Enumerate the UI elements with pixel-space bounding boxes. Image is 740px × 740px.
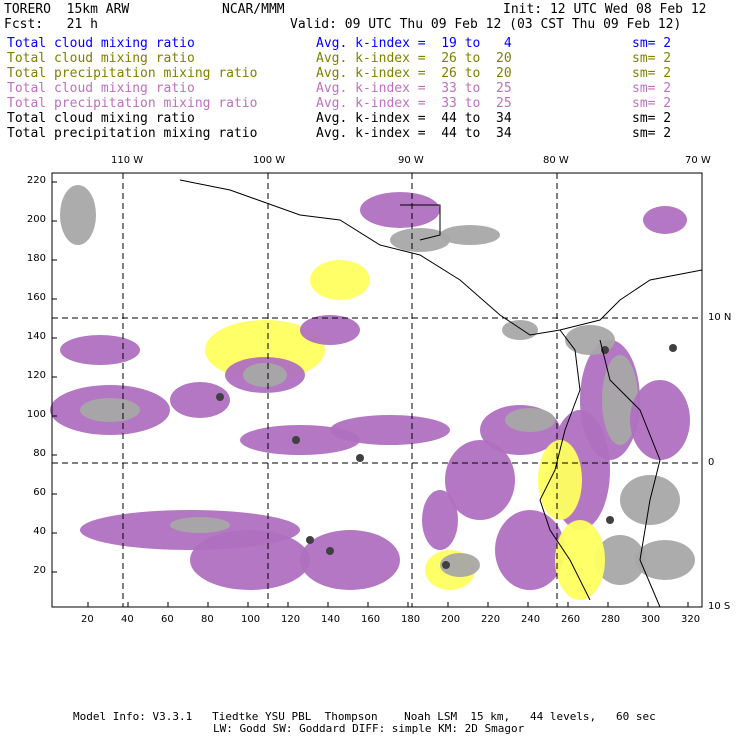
precip-area-purple bbox=[630, 380, 690, 460]
latitude-label: 0 bbox=[708, 457, 715, 468]
latitude-label: 10 S bbox=[708, 601, 731, 612]
coastline-central-america bbox=[179, 179, 703, 336]
footer-physics: LW: Godd SW: Goddard DIFF: simple KM: 2D… bbox=[213, 722, 525, 735]
heavy-precip-core bbox=[669, 344, 677, 352]
y-tick-label: 40 bbox=[33, 526, 46, 537]
heavy-precip-core bbox=[326, 547, 334, 555]
y-tick-label: 220 bbox=[26, 175, 46, 186]
longitude-label: 110 W bbox=[111, 155, 144, 166]
x-tick-label: 100 bbox=[241, 614, 261, 625]
precip-area-gray bbox=[170, 517, 230, 533]
x-tick-label: 180 bbox=[401, 614, 421, 625]
precip-area-purple bbox=[300, 530, 400, 590]
x-tick-label: 60 bbox=[161, 614, 174, 625]
longitude-label: 70 W bbox=[685, 155, 711, 166]
x-tick-label: 80 bbox=[201, 614, 214, 625]
heavy-precip-core bbox=[356, 454, 364, 462]
latitude-label: 10 N bbox=[708, 312, 732, 323]
x-tick-label: 20 bbox=[81, 614, 94, 625]
x-tick-label: 120 bbox=[281, 614, 301, 625]
precip-area-gray bbox=[502, 320, 538, 340]
precip-area-yellow bbox=[555, 520, 605, 600]
heavy-precip-core bbox=[292, 436, 300, 444]
precip-area-gray bbox=[440, 225, 500, 245]
y-tick-label: 200 bbox=[26, 214, 46, 225]
weather-map-page: TORERO 15km ARW NCAR/MMM Init: 12 UTC We… bbox=[0, 0, 740, 740]
longitude-label: 80 W bbox=[543, 155, 569, 166]
precip-area-gray bbox=[80, 398, 140, 422]
precip-area-gray bbox=[60, 185, 96, 245]
precip-area-purple bbox=[300, 315, 360, 345]
precip-area-purple bbox=[60, 335, 140, 365]
x-tick-label: 300 bbox=[641, 614, 661, 625]
heavy-precip-core bbox=[216, 393, 224, 401]
x-tick-label: 200 bbox=[441, 614, 461, 625]
y-tick-label: 80 bbox=[33, 448, 46, 459]
y-tick-label: 160 bbox=[26, 292, 46, 303]
y-tick-label: 100 bbox=[26, 409, 46, 420]
x-tick-label: 280 bbox=[601, 614, 621, 625]
longitude-label: 100 W bbox=[253, 155, 286, 166]
heavy-precip-core bbox=[606, 516, 614, 524]
x-tick-label: 220 bbox=[481, 614, 501, 625]
precip-area-purple bbox=[643, 206, 687, 234]
x-tick-label: 40 bbox=[121, 614, 134, 625]
precip-area-purple bbox=[190, 530, 310, 590]
x-tick-label: 160 bbox=[361, 614, 381, 625]
x-tick-label: 240 bbox=[521, 614, 541, 625]
y-tick-label: 120 bbox=[26, 370, 46, 381]
heavy-precip-core bbox=[306, 536, 314, 544]
y-tick-label: 140 bbox=[26, 331, 46, 342]
x-tick-label: 140 bbox=[321, 614, 341, 625]
map-plot bbox=[50, 172, 703, 608]
y-tick-label: 60 bbox=[33, 487, 46, 498]
y-tick-label: 20 bbox=[33, 565, 46, 576]
y-tick-label: 180 bbox=[26, 253, 46, 264]
x-tick-label: 260 bbox=[561, 614, 581, 625]
x-tick-label: 320 bbox=[681, 614, 701, 625]
heavy-precip-core bbox=[442, 561, 450, 569]
precip-area-purple bbox=[495, 510, 565, 590]
precip-area-purple bbox=[330, 415, 450, 445]
precip-area-gray bbox=[243, 363, 287, 387]
precip-area-yellow bbox=[310, 260, 370, 300]
precip-area-purple bbox=[360, 192, 440, 228]
precip-area-purple bbox=[422, 490, 458, 550]
precip-area-gray bbox=[505, 408, 555, 432]
longitude-label: 90 W bbox=[398, 155, 424, 166]
